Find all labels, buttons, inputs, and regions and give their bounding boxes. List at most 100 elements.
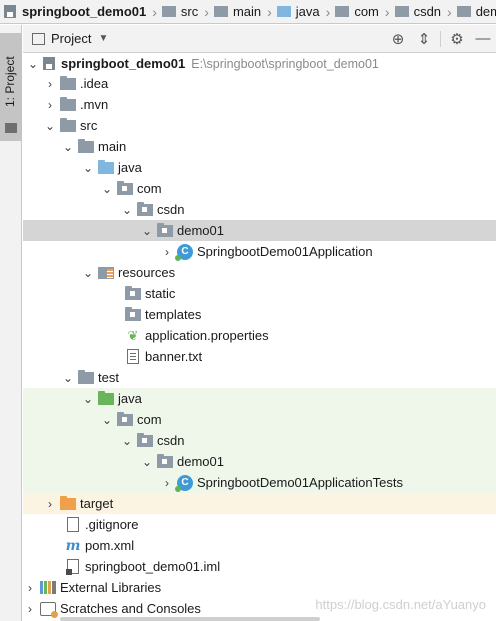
locate-icon[interactable]: ⊕	[385, 25, 411, 52]
tree-row-static[interactable]: static	[23, 283, 496, 304]
tree-row-main-demo01[interactable]: ⌄ demo01	[23, 220, 496, 241]
tree-row-banner[interactable]: banner.txt	[23, 346, 496, 367]
tree-row-iml[interactable]: springboot_demo01.iml	[23, 556, 496, 577]
tree-row-test[interactable]: ⌄ test	[23, 367, 496, 388]
chevron-down-icon[interactable]: ⌄	[100, 413, 114, 427]
chevron-right-icon[interactable]: ›	[43, 497, 57, 511]
breadcrumb-main[interactable]: main	[213, 0, 262, 23]
hide-icon[interactable]: —	[470, 25, 496, 52]
project-tool-tab-label: 1: Project	[3, 56, 17, 108]
chevron-right-icon[interactable]: ›	[43, 77, 57, 91]
file-icon	[67, 517, 79, 532]
toolbar-divider	[440, 30, 441, 47]
tree-row-label: Scratches and Consoles	[60, 601, 201, 616]
chevron-down-icon[interactable]: ⌄	[81, 392, 95, 406]
tree-row-main[interactable]: ⌄ main	[23, 136, 496, 157]
tree-row-external-libraries[interactable]: › External Libraries	[23, 577, 496, 598]
folder-icon	[78, 139, 94, 153]
breadcrumb-demo[interactable]: demo	[456, 0, 496, 23]
chevron-down-icon[interactable]: ⌄	[140, 455, 154, 469]
chevron-right-icon[interactable]: ›	[23, 602, 37, 616]
tree-row-application-tests-class[interactable]: › C SpringbootDemo01ApplicationTests	[23, 472, 496, 493]
chevron-right-icon[interactable]: ›	[43, 98, 57, 112]
breadcrumb-separator: ›	[204, 3, 209, 20]
collapse-all-icon[interactable]: ⇕	[411, 25, 437, 52]
breadcrumb-java[interactable]: java	[276, 0, 320, 23]
tree-row-gitignore[interactable]: .gitignore	[23, 514, 496, 535]
resources-folder-icon	[98, 266, 114, 279]
tree-row-idea[interactable]: › .idea	[23, 73, 496, 94]
chevron-down-icon[interactable]: ⌄	[100, 182, 114, 196]
project-tool-tab[interactable]: 1: Project	[0, 33, 22, 141]
folder-icon	[394, 6, 409, 17]
tree-row-main-csdn[interactable]: ⌄ csdn	[23, 199, 496, 220]
chevron-down-icon[interactable]: ⌄	[120, 434, 134, 448]
package-icon	[137, 202, 153, 216]
project-panel-header: Project ▼ ⊕ ⇕ ⚙ —	[23, 25, 496, 53]
source-folder-icon	[276, 6, 291, 17]
tree-row-test-java[interactable]: ⌄ java	[23, 388, 496, 409]
excluded-folder-icon	[60, 496, 76, 510]
tree-row-src[interactable]: ⌄ src	[23, 115, 496, 136]
libraries-icon	[40, 581, 56, 594]
navigation-bar: springboot_demo01 › src › main › java › …	[0, 0, 496, 24]
tree-row-templates[interactable]: templates	[23, 304, 496, 325]
text-file-icon	[127, 349, 139, 364]
tree-row-label: SpringbootDemo01ApplicationTests	[197, 475, 403, 490]
project-icon	[43, 57, 55, 70]
breadcrumb-csdn[interactable]: csdn	[394, 0, 442, 23]
horizontal-scrollbar[interactable]	[60, 617, 320, 621]
tree-row-test-csdn[interactable]: ⌄ csdn	[23, 430, 496, 451]
folder-icon	[60, 76, 76, 90]
chevron-down-icon[interactable]: ⌄	[81, 266, 95, 280]
tree-row-label: target	[80, 496, 114, 511]
breadcrumb-label: src	[180, 4, 199, 19]
tree-row-label: application.properties	[145, 328, 269, 343]
tree-row-pom[interactable]: m pom.xml	[23, 535, 496, 556]
spring-properties-icon: ❦	[127, 327, 139, 343]
chevron-down-icon[interactable]: ⌄	[61, 140, 75, 154]
folder-icon	[456, 6, 471, 17]
chevron-down-icon[interactable]: ⌄	[43, 119, 57, 133]
tree-row-label: .mvn	[80, 97, 109, 112]
chevron-down-icon[interactable]: ⌄	[140, 224, 154, 238]
tree-row-label: External Libraries	[60, 580, 162, 595]
tree-row-test-com[interactable]: ⌄ com	[23, 409, 496, 430]
tree-row-main-com[interactable]: ⌄ com	[23, 178, 496, 199]
tree-row-application-properties[interactable]: ❦ application.properties	[23, 325, 496, 346]
breadcrumb-src[interactable]: src	[161, 0, 199, 23]
tree-row-test-demo01[interactable]: ⌄ demo01	[23, 451, 496, 472]
breadcrumb-label: main	[232, 4, 262, 19]
tree-row-project-root[interactable]: ⌄ springboot_demo01 E:\springboot\spring…	[23, 53, 496, 74]
tree-row-label: demo01	[177, 454, 224, 469]
folder-icon	[60, 97, 76, 111]
folder-icon	[5, 123, 17, 133]
chevron-down-icon[interactable]: ⌄	[81, 161, 95, 175]
breadcrumb-label: csdn	[413, 4, 442, 19]
project-path: E:\springboot\springboot_demo01	[191, 56, 379, 71]
breadcrumb-com[interactable]: com	[335, 0, 379, 23]
tree-row-resources[interactable]: ⌄ resources	[23, 262, 496, 283]
module-file-icon	[66, 559, 79, 575]
tree-row-application-class[interactable]: › C SpringbootDemo01Application	[23, 241, 496, 262]
chevron-down-icon[interactable]: ⌄	[120, 203, 134, 217]
chevron-right-icon[interactable]: ›	[23, 581, 37, 595]
chevron-down-icon[interactable]: ⌄	[61, 371, 75, 385]
tree-row-label: demo01	[177, 223, 224, 238]
gear-icon[interactable]: ⚙	[444, 25, 470, 52]
breadcrumb-project[interactable]: springboot_demo01	[4, 0, 146, 23]
chevron-down-icon[interactable]: ⌄	[26, 57, 40, 71]
breadcrumb-label: java	[295, 4, 320, 19]
tree-row-mvn[interactable]: › .mvn	[23, 94, 496, 115]
tree-row-label: java	[118, 160, 142, 175]
tree-row-label: src	[80, 118, 98, 133]
panel-title: Project	[51, 31, 92, 46]
tree-row-label: springboot_demo01.iml	[85, 559, 221, 574]
view-selector[interactable]: Project ▼	[32, 31, 108, 46]
tree-row-target[interactable]: › target	[23, 493, 496, 514]
chevron-right-icon[interactable]: ›	[160, 476, 174, 490]
tree-row-label: main	[98, 139, 127, 154]
tree-row-label: banner.txt	[145, 349, 203, 364]
chevron-right-icon[interactable]: ›	[160, 245, 174, 259]
tree-row-main-java[interactable]: ⌄ java	[23, 157, 496, 178]
